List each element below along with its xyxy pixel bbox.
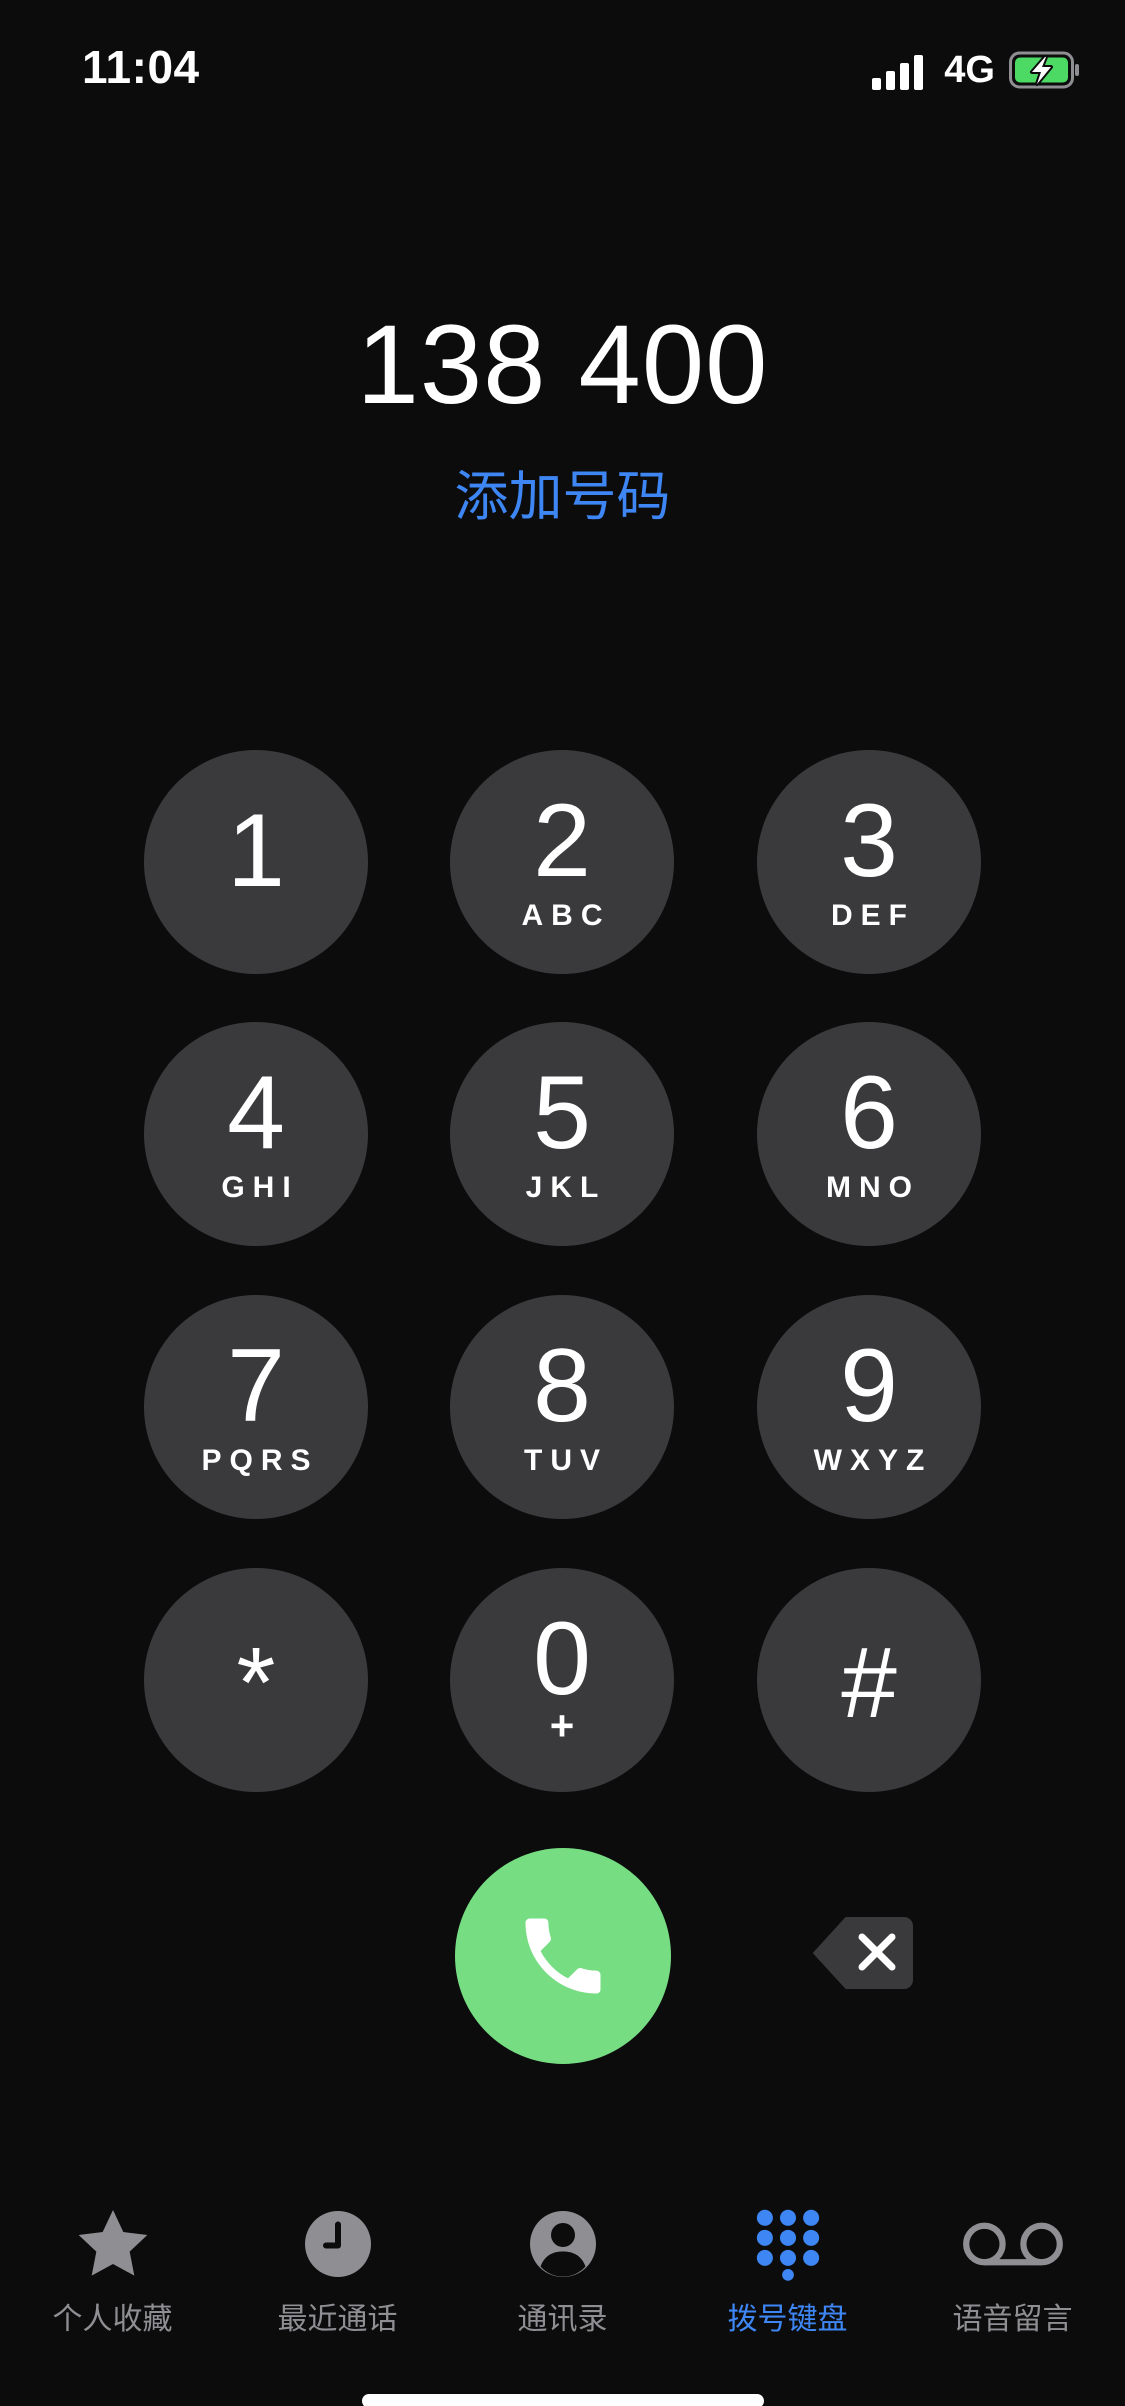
tab-bar: 个人收藏 最近通话 通讯录 拨号键盘 语音留言	[0, 2190, 1125, 2340]
voicemail-icon	[961, 2202, 1065, 2286]
delete-button[interactable]	[812, 1916, 914, 1990]
tab-label: 拨号键盘	[727, 2302, 848, 2337]
key-3[interactable]: 3 DEF	[757, 750, 981, 974]
key-letters: GHI	[221, 1171, 299, 1204]
clock-icon	[302, 2202, 374, 2286]
battery-charging-icon	[1009, 51, 1081, 89]
home-indicator[interactable]	[362, 2394, 764, 2406]
key-digit: 5	[533, 1055, 591, 1171]
key-star[interactable]: *	[144, 1568, 368, 1792]
key-5[interactable]: 5 JKL	[450, 1022, 674, 1246]
tab-keypad[interactable]: 拨号键盘	[675, 2190, 900, 2340]
backspace-icon	[813, 1917, 913, 1989]
key-digit: 3	[840, 783, 898, 899]
add-number-link[interactable]: 添加号码	[0, 452, 1125, 531]
key-digit: 2	[533, 783, 591, 899]
key-digit: 4	[227, 1055, 285, 1171]
star-icon	[73, 2202, 153, 2286]
tab-voicemail[interactable]: 语音留言	[900, 2190, 1125, 2340]
signal-strength-icon	[872, 50, 928, 90]
tab-label: 最近通话	[277, 2302, 398, 2337]
key-letters: JKL	[525, 1171, 607, 1204]
network-type: 4G	[944, 48, 995, 91]
key-letters: ABC	[521, 899, 611, 932]
tab-label: 个人收藏	[52, 2302, 173, 2337]
key-digit: 1	[227, 793, 285, 909]
key-8[interactable]: 8 TUV	[450, 1295, 674, 1519]
tab-recents[interactable]: 最近通话	[225, 2190, 450, 2340]
tab-favorites[interactable]: 个人收藏	[0, 2190, 225, 2340]
key-4[interactable]: 4 GHI	[144, 1022, 368, 1246]
key-digit: 9	[840, 1328, 898, 1444]
key-2[interactable]: 2 ABC	[450, 750, 674, 974]
key-digit: 8	[533, 1328, 591, 1444]
key-digit: *	[236, 1627, 276, 1739]
key-1[interactable]: 1	[144, 750, 368, 974]
key-0[interactable]: 0 +	[450, 1568, 674, 1792]
call-button[interactable]	[455, 1848, 671, 2064]
key-letters: MNO	[826, 1171, 920, 1204]
key-letters: DEF	[831, 899, 915, 932]
key-digit: 0	[533, 1601, 591, 1717]
key-letters: WXYZ	[813, 1444, 933, 1477]
key-letters: TUV	[524, 1444, 608, 1477]
key-letters: PQRS	[201, 1444, 319, 1477]
keypad-icon	[751, 2202, 825, 2286]
key-7[interactable]: 7 PQRS	[144, 1295, 368, 1519]
key-letters: +	[549, 1702, 575, 1749]
tab-label: 通讯录	[517, 2302, 608, 2337]
key-digit: 7	[227, 1328, 285, 1444]
contact-icon	[527, 2202, 599, 2286]
status-time: 11:04	[82, 41, 200, 93]
key-digit: #	[841, 1627, 897, 1739]
phone-icon	[525, 1918, 601, 1994]
status-indicators: 4G	[872, 44, 1081, 96]
tab-label: 语音留言	[952, 2302, 1073, 2337]
key-digit: 6	[840, 1055, 898, 1171]
dialed-number: 138 400	[356, 302, 769, 427]
key-9[interactable]: 9 WXYZ	[757, 1295, 981, 1519]
phone-dialer-screen: 11:04 4G 138 400 添加号码 1 2 ABC 3 DEF 4 GH…	[0, 0, 1125, 2406]
key-hash[interactable]: #	[757, 1568, 981, 1792]
tab-contacts[interactable]: 通讯录	[450, 2190, 675, 2340]
key-6[interactable]: 6 MNO	[757, 1022, 981, 1246]
